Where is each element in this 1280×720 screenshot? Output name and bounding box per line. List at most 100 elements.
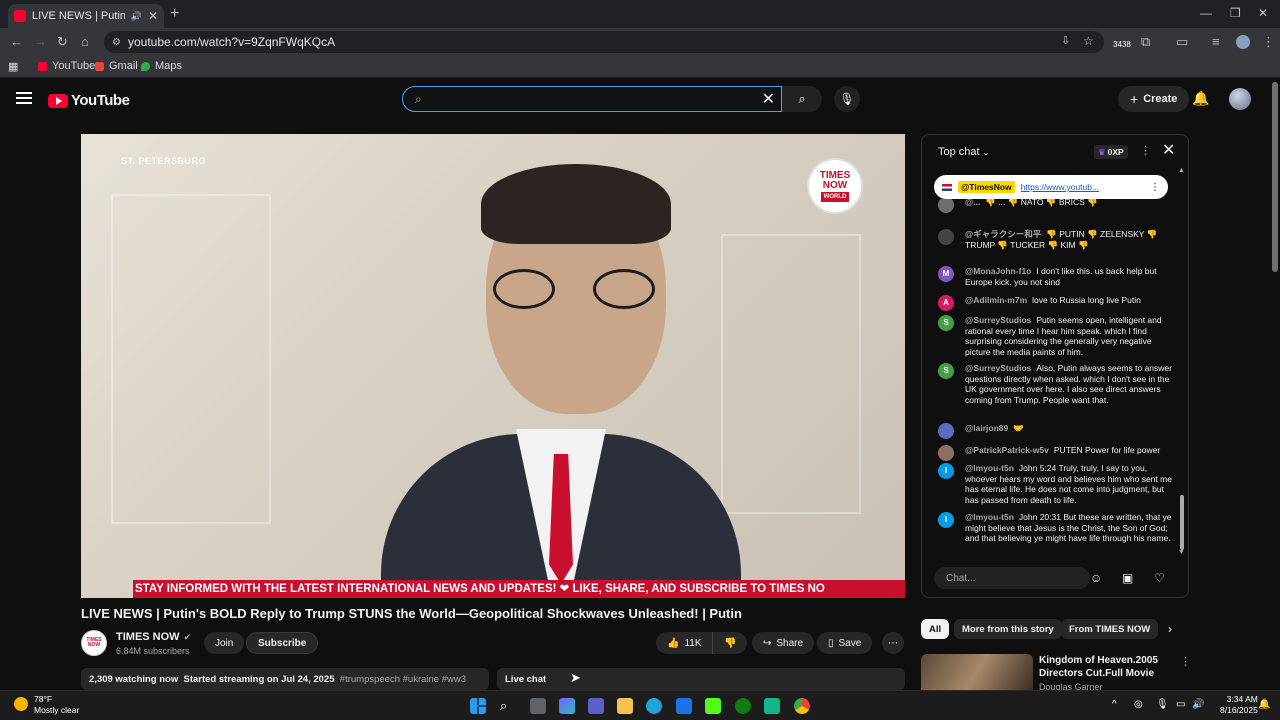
recommended-title[interactable]: Kingdom of Heaven.2005 Directors Cut.Ful…: [1039, 654, 1164, 680]
media-controls-icon[interactable]: ≡: [1212, 34, 1220, 49]
account-avatar[interactable]: [1229, 88, 1251, 110]
user-avatar: A: [938, 295, 954, 311]
recommended-options-icon[interactable]: ⋮: [1180, 655, 1191, 668]
super-chat-icon[interactable]: ▣: [1122, 571, 1133, 585]
emoji-icon[interactable]: ☺: [1090, 571, 1102, 585]
window-close-icon[interactable]: ✕: [1258, 6, 1268, 20]
page-scrollbar[interactable]: [1272, 82, 1278, 272]
chat-input[interactable]: Chat...: [934, 567, 1090, 589]
chip-more-from-story[interactable]: More from this story: [954, 619, 1062, 639]
install-app-icon[interactable]: ⇩: [1061, 34, 1070, 47]
scroll-up-icon[interactable]: ▲: [1178, 167, 1185, 174]
gmail-icon: [95, 61, 104, 71]
forward-icon[interactable]: →: [34, 34, 47, 49]
bookmark-star-icon[interactable]: ☆: [1083, 34, 1094, 48]
bookmark-gmail[interactable]: Gmail: [95, 60, 138, 72]
bookmark-maps[interactable]: Maps: [141, 60, 182, 72]
chrome-icon[interactable]: [794, 698, 810, 714]
file-explorer-icon[interactable]: [617, 698, 633, 714]
search-box[interactable]: ⌕ ✕: [402, 86, 782, 112]
reload-icon[interactable]: ↻: [57, 34, 68, 50]
search-button[interactable]: ⌕: [782, 86, 822, 112]
background-panel: [721, 234, 861, 514]
tray-app-icon[interactable]: ◎: [1134, 699, 1143, 710]
more-actions-button[interactable]: ⋯: [882, 632, 904, 654]
taskbar-search-icon[interactable]: ⌕: [500, 698, 516, 714]
chrome-menu-icon[interactable]: ⋮: [1262, 34, 1275, 50]
channel-avatar[interactable]: TIMES NOW: [81, 630, 107, 656]
join-button[interactable]: Join: [204, 632, 245, 654]
save-button[interactable]: ▯ Save: [817, 632, 873, 654]
app-icon[interactable]: [764, 698, 780, 714]
kick-icon[interactable]: [705, 698, 721, 714]
home-icon[interactable]: ⌂: [81, 34, 89, 49]
notification-icon[interactable]: 🔔: [1258, 699, 1270, 710]
microphone-icon: 🎙: [839, 92, 855, 106]
xbox-icon[interactable]: [735, 698, 751, 714]
menu-hamburger-icon[interactable]: [16, 92, 32, 104]
create-button[interactable]: + Create: [1118, 86, 1190, 112]
like-button[interactable]: 👍 11K: [656, 632, 712, 654]
chat-scrollbar[interactable]: [1180, 495, 1184, 550]
system-clock[interactable]: 3:34 AM 8/16/2025: [1220, 694, 1258, 716]
network-icon[interactable]: ▭: [1176, 699, 1185, 710]
tray-mic-icon[interactable]: 🎙: [1156, 699, 1169, 710]
apps-grid-icon[interactable]: ▦: [8, 60, 18, 73]
heart-icon[interactable]: ♡: [1154, 571, 1165, 585]
bookmark-youtube[interactable]: YouTube: [38, 60, 95, 72]
youtube-icon: [38, 61, 47, 71]
search-input[interactable]: [431, 91, 762, 107]
chat-options-icon[interactable]: ⋮: [1140, 144, 1151, 157]
back-icon[interactable]: ←: [10, 34, 23, 49]
chat-mode-dropdown[interactable]: Top chat ⌄: [938, 146, 989, 158]
youtube-logo[interactable]: YouTube: [48, 92, 130, 109]
speaker-glasses: [493, 269, 663, 309]
new-tab-icon[interactable]: +: [170, 5, 179, 23]
edge-icon[interactable]: [646, 698, 662, 714]
chip-next-icon[interactable]: ›: [1168, 622, 1172, 636]
profile-avatar[interactable]: [1236, 35, 1250, 49]
plus-icon: +: [1130, 91, 1139, 107]
voice-search-button[interactable]: 🎙: [834, 86, 860, 112]
sidebar-icon[interactable]: ▭: [1176, 34, 1188, 50]
site-info-icon[interactable]: ⚙: [112, 37, 121, 48]
pinned-link[interactable]: https://www.youtub...: [1021, 182, 1144, 192]
dislike-button[interactable]: 👎: [712, 632, 748, 654]
browser-tab-active[interactable]: LIVE NEWS | Putin's BOLD R 🔊 ✕: [8, 4, 164, 28]
restore-icon[interactable]: ❐: [1230, 6, 1241, 20]
share-button[interactable]: ↪ Share: [752, 632, 815, 654]
live-chat-section[interactable]: Live chat ➤: [497, 668, 905, 690]
teams-icon[interactable]: [588, 698, 604, 714]
youtube-play-icon: [48, 93, 68, 108]
tab-close-icon[interactable]: ✕: [148, 9, 158, 23]
chip-from-channel[interactable]: From TIMES NOW: [1061, 619, 1159, 639]
pinned-message[interactable]: @TimesNow https://www.youtub... ⋮: [934, 175, 1168, 199]
xp-badge[interactable]: ♛ 0XP: [1094, 145, 1128, 159]
volume-icon[interactable]: 🔊: [1192, 699, 1204, 710]
tray-chevron-icon[interactable]: ^: [1112, 699, 1117, 710]
chat-close-icon[interactable]: ✕: [1162, 140, 1175, 160]
extensions-icon[interactable]: ⧉: [1141, 34, 1150, 50]
scroll-down-icon[interactable]: ▼: [1178, 549, 1185, 556]
minimize-icon[interactable]: —: [1200, 6, 1212, 20]
extension-badge[interactable]: 3438: [1113, 40, 1131, 49]
url-field[interactable]: ⚙ youtube.com/watch?v=9ZqnFWqKQcA: [104, 31, 1104, 53]
start-windows-icon[interactable]: [470, 698, 486, 714]
description-box[interactable]: 2,309 watching now Started streaming on …: [81, 668, 489, 690]
notifications-bell-icon[interactable]: 🔔: [1192, 90, 1209, 107]
mail-icon[interactable]: [676, 698, 692, 714]
copilot-icon[interactable]: [559, 698, 575, 714]
clear-search-icon[interactable]: ✕: [762, 89, 775, 109]
task-view-icon[interactable]: [530, 698, 546, 714]
recommended-thumbnail[interactable]: [921, 654, 1033, 690]
weather-widget[interactable]: 78°F Mostly clear: [14, 694, 79, 716]
pinned-options-icon[interactable]: ⋮: [1150, 182, 1160, 193]
chip-all[interactable]: All: [921, 619, 950, 639]
search-icon: ⌕: [415, 91, 422, 106]
user-avatar: I: [938, 463, 954, 479]
video-player[interactable]: ST. PETERSBURG TIMES NOW WORLD STAY INFO…: [81, 134, 905, 598]
subscribe-button[interactable]: Subscribe: [246, 632, 319, 654]
channel-name[interactable]: TIMES NOW ✔: [116, 631, 191, 643]
speaker-icon[interactable]: 🔊: [131, 11, 142, 22]
pinned-author: @TimesNow: [958, 181, 1015, 193]
